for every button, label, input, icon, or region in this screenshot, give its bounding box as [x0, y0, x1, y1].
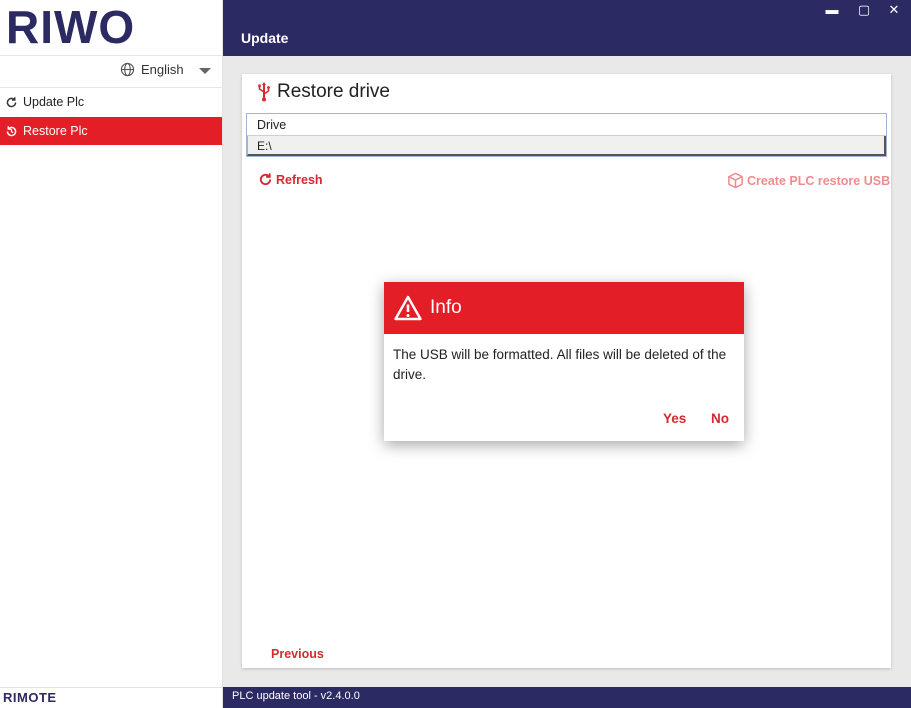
language-selector[interactable]: English	[120, 62, 184, 77]
page-title: Update	[241, 30, 289, 46]
sidebar-item-label: Update Plc	[23, 95, 85, 109]
sidebar-item-update-plc[interactable]: Update Plc	[0, 88, 222, 116]
card-title: Restore drive	[277, 81, 390, 102]
create-usb-label: Create PLC restore USB	[747, 173, 891, 188]
close-button[interactable]: ✕	[885, 2, 903, 18]
globe-icon	[120, 62, 135, 77]
cube-icon	[728, 172, 743, 189]
drive-table: Drive E:\	[246, 113, 887, 157]
version-text: PLC update tool - v2.4.0.0	[232, 690, 360, 702]
refresh-label: Refresh	[276, 172, 323, 187]
info-dialog: Info The USB will be formatted. All file…	[384, 282, 744, 441]
status-bar: PLC update tool - v2.4.0.0	[223, 687, 911, 708]
chevron-down-icon[interactable]	[199, 68, 211, 74]
history-icon	[6, 125, 17, 136]
previous-button[interactable]: Previous	[271, 647, 324, 661]
usb-icon	[258, 82, 270, 102]
yes-button[interactable]: Yes	[663, 411, 686, 426]
rimote-logo: RIMOTE	[3, 690, 57, 705]
table-row[interactable]: E:\	[247, 136, 886, 156]
create-restore-usb-button[interactable]: Create PLC restore USB	[727, 172, 890, 189]
dialog-title: Info	[430, 297, 462, 318]
refresh-button[interactable]: Refresh	[258, 172, 323, 187]
warning-icon	[394, 295, 422, 321]
sidebar-item-label: Restore Plc	[23, 124, 88, 138]
sidebar: RIWO English Update Plc Restore Plc RIMO…	[0, 0, 223, 708]
sidebar-item-restore-plc[interactable]: Restore Plc	[0, 117, 222, 145]
divider	[0, 55, 222, 56]
card-header: Restore drive	[257, 81, 390, 103]
dialog-message: The USB will be formatted. All files wil…	[393, 347, 727, 382]
dialog-header: Info	[384, 282, 744, 334]
logo-text: RIWO	[6, 1, 136, 53]
title-bar: Update ▬ ▢ ✕	[223, 0, 911, 56]
refresh-icon	[6, 96, 17, 107]
riwo-logo: RIWO	[6, 4, 135, 50]
no-button[interactable]: No	[711, 411, 729, 426]
column-header-drive[interactable]: Drive	[247, 114, 886, 136]
minimize-button[interactable]: ▬	[823, 2, 841, 17]
language-label: English	[141, 62, 184, 77]
maximize-button[interactable]: ▢	[855, 2, 873, 18]
refresh-icon	[259, 173, 272, 186]
